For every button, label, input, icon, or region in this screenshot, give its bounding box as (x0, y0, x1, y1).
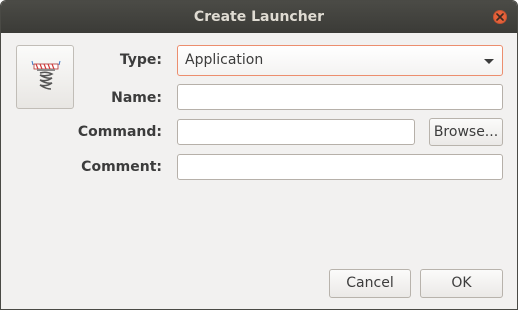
comment-input[interactable] (177, 154, 503, 180)
name-label: Name: (111, 90, 162, 106)
type-combobox[interactable]: Application (177, 45, 503, 76)
close-icon (496, 13, 504, 21)
cancel-button[interactable]: Cancel (329, 269, 411, 298)
dropdown-arrow-icon (484, 59, 494, 64)
title-bar[interactable]: Create Launcher (1, 1, 517, 33)
browse-button[interactable]: Browse... (429, 118, 503, 146)
create-launcher-dialog: Create Launcher Type: Application Name: … (0, 0, 518, 310)
launcher-icon-button[interactable] (16, 45, 74, 109)
type-selected-value: Application (185, 52, 264, 68)
type-label: Type: (119, 52, 162, 68)
comment-label: Comment: (81, 159, 162, 175)
name-input[interactable] (177, 84, 503, 110)
window-title: Create Launcher (193, 9, 325, 25)
command-input[interactable] (177, 119, 415, 145)
launcher-spring-icon (31, 60, 61, 90)
close-button[interactable] (493, 10, 507, 24)
command-label: Command: (77, 124, 162, 140)
ok-button[interactable]: OK (420, 269, 503, 298)
